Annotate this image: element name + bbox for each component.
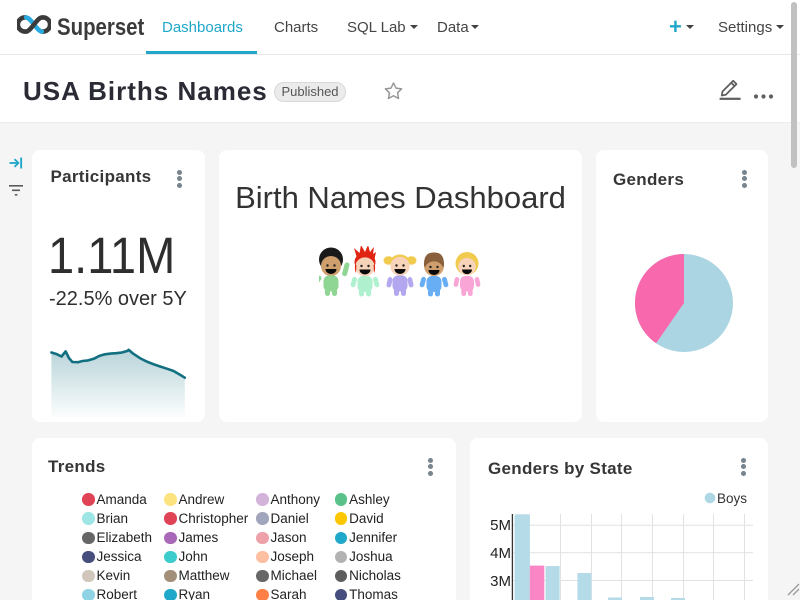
svg-text:4M: 4M: [490, 545, 511, 562]
svg-text:3M: 3M: [490, 573, 511, 590]
svg-text:Boys: Boys: [717, 491, 747, 506]
svg-text:5M: 5M: [490, 517, 511, 534]
